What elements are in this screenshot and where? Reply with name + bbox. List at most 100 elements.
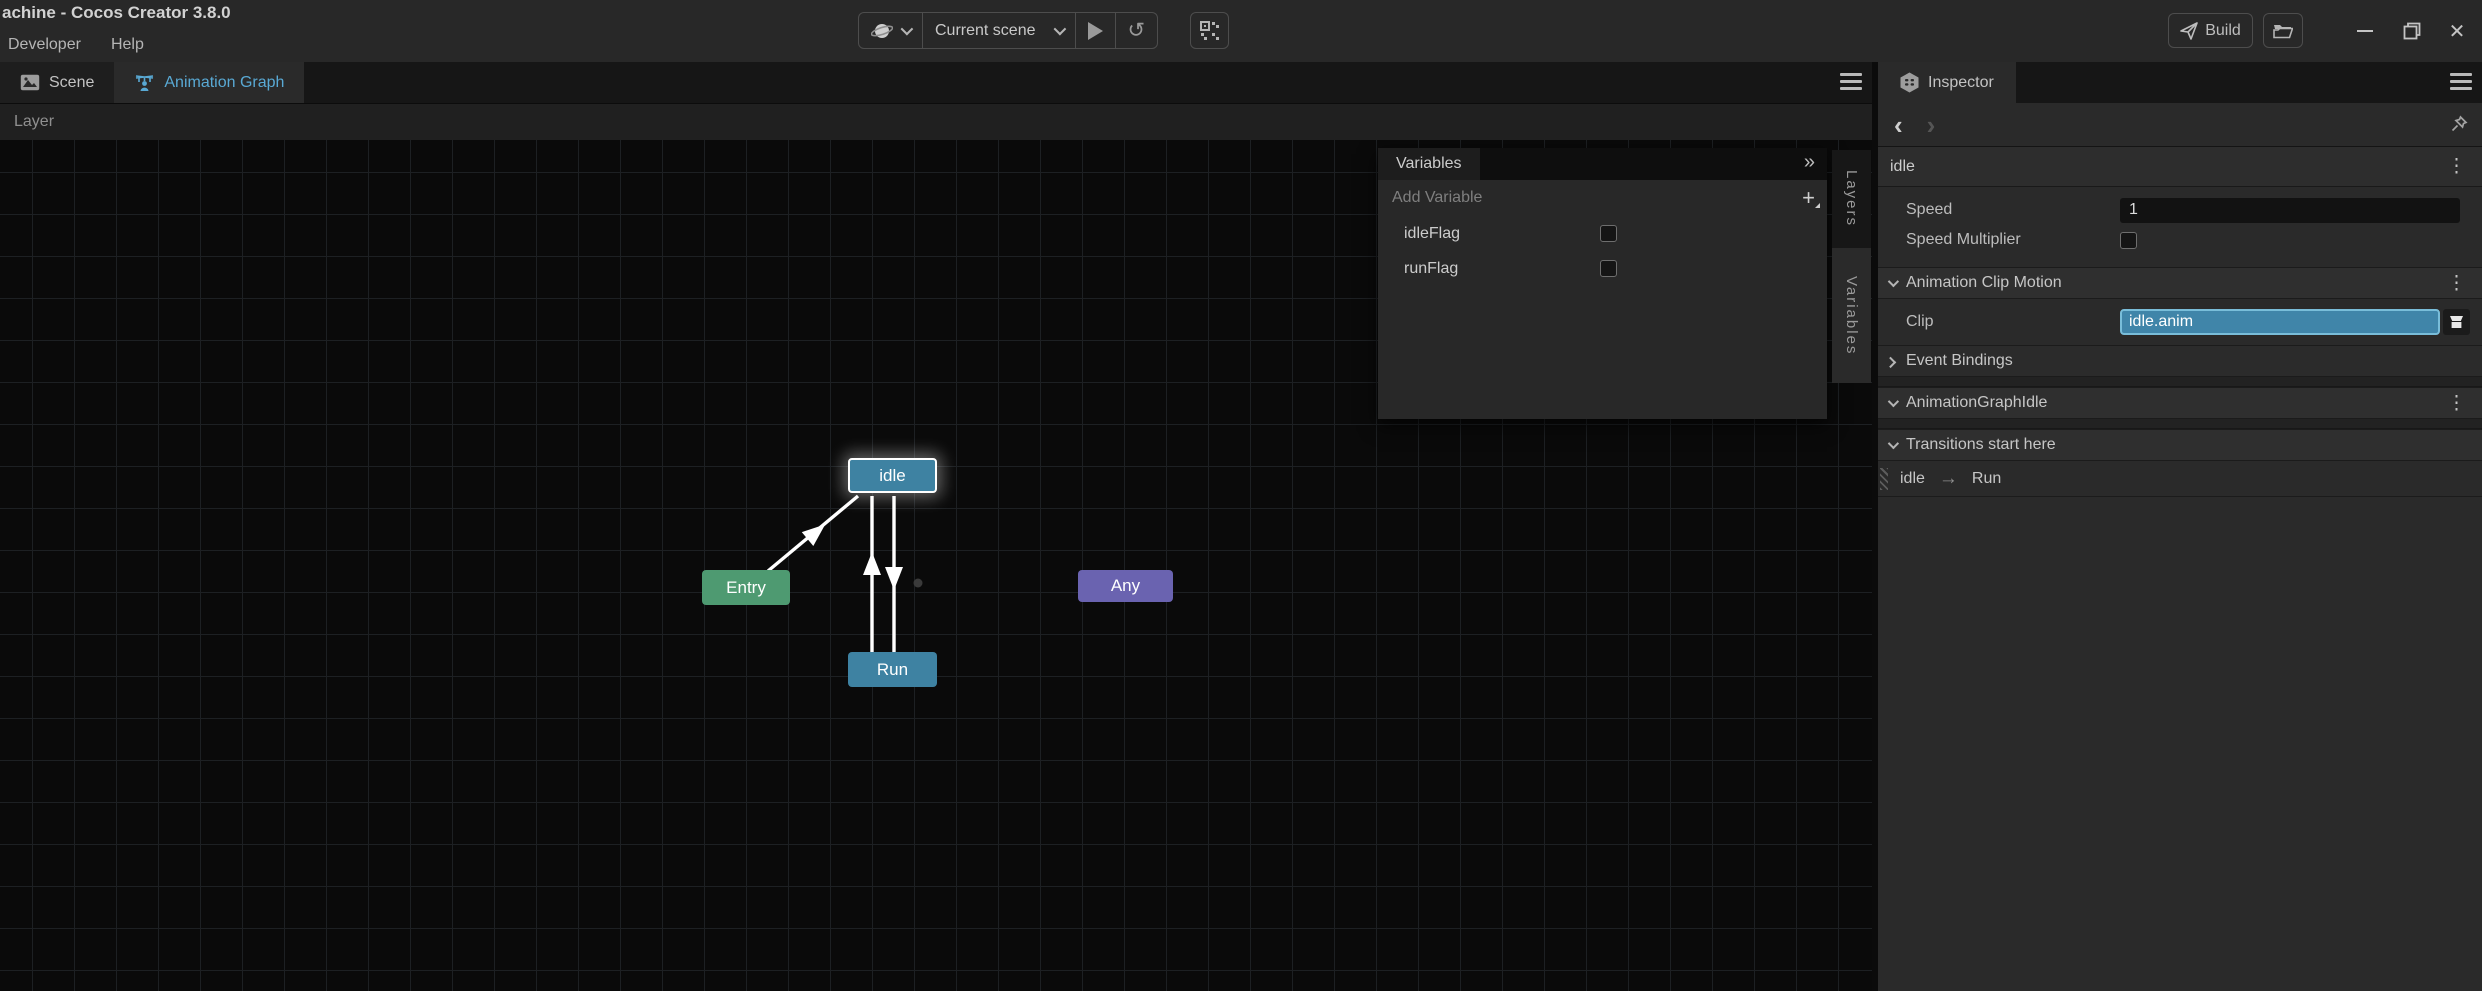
chevron-down-icon: [1887, 275, 1900, 288]
variable-row-idleFlag: idleFlag: [1378, 216, 1827, 251]
close-button[interactable]: ✕: [2440, 14, 2474, 48]
build-label: Build: [2205, 21, 2241, 39]
pin-icon[interactable]: [2450, 115, 2468, 138]
open-project-folder-button[interactable]: [2263, 13, 2303, 48]
title-bar: achine - Cocos Creator 3.8.0 Developer H…: [0, 0, 2482, 62]
tab-scene-label: Scene: [49, 73, 95, 91]
kebab-menu-icon[interactable]: ⋮: [2447, 272, 2466, 295]
reload-button[interactable]: ↺: [1114, 13, 1158, 48]
section-title: Event Bindings: [1906, 352, 2013, 369]
menu-bar: Developer Help: [8, 36, 144, 54]
asset-picker-button[interactable]: [2443, 309, 2470, 335]
section-gap: [1878, 419, 2482, 429]
add-variable-button[interactable]: +: [1802, 187, 1820, 209]
inspector-icon: [1900, 72, 1919, 93]
inspector-menu-button[interactable]: [2450, 73, 2472, 90]
platform-selector[interactable]: [859, 13, 922, 48]
inspector-tab-bar: Inspector: [1878, 62, 2482, 103]
reload-icon: ↺: [1127, 19, 1146, 42]
app-window: { "window": { "title": "achine - Cocos C…: [0, 0, 2482, 991]
play-button[interactable]: [1074, 13, 1115, 48]
tab-animation-graph-label: Animation Graph: [164, 73, 285, 91]
chevron-down-icon: [900, 22, 914, 36]
forward-icon[interactable]: ›: [1927, 112, 1936, 138]
menu-developer[interactable]: Developer: [8, 36, 81, 54]
kebab-menu-icon[interactable]: ⋮: [2447, 392, 2466, 415]
menu-help[interactable]: Help: [111, 36, 144, 54]
clip-label: Clip: [1906, 313, 1934, 330]
chevron-down-icon: [1887, 437, 1900, 450]
node-label: Run: [876, 659, 909, 679]
section-title: Transitions start here: [1906, 436, 2056, 453]
tab-inspector-label: Inspector: [1928, 73, 1994, 91]
section-event-bindings[interactable]: Event Bindings: [1878, 345, 2482, 377]
add-variable-input[interactable]: Add Variable: [1392, 189, 1482, 207]
speed-multiplier-row: Speed Multiplier: [1878, 225, 2482, 255]
scene-selector-label: Current scene: [935, 21, 1036, 39]
tab-animation-graph[interactable]: Animation Graph: [114, 62, 305, 103]
dock: Scene Animation Graph Layer idle Entry A…: [0, 62, 2482, 991]
chevron-down-icon: [1887, 395, 1900, 408]
section-animation-graph-idle[interactable]: AnimationGraphIdle ⋮: [1878, 387, 2482, 419]
inspector-nav-row: ‹ ›: [1878, 103, 2482, 147]
minimize-icon: [2357, 30, 2373, 32]
speed-row: Speed 1: [1878, 195, 2482, 225]
runFlag-checkbox[interactable]: [1600, 260, 1617, 277]
scene-selector-dropdown[interactable]: Current scene: [922, 13, 1075, 48]
close-icon: ✕: [2448, 20, 2466, 43]
build-button[interactable]: Build: [2168, 13, 2253, 48]
transition-to: Run: [1971, 469, 2002, 487]
section-gap: [1878, 377, 2482, 387]
collapse-panel-icon[interactable]: »: [1804, 151, 1815, 174]
panel-menu-button[interactable]: [1840, 73, 1862, 90]
transition-row[interactable]: idle → Run: [1878, 461, 2482, 497]
scene-icon: [20, 74, 40, 91]
section-animation-clip-motion[interactable]: Animation Clip Motion ⋮: [1878, 267, 2482, 299]
graph-node-entry[interactable]: Entry: [702, 570, 790, 605]
scene-toolbar: Current scene ↺: [858, 12, 1159, 49]
variables-panel: Variables » Add Variable + idleFlag runF…: [1378, 148, 1827, 419]
drag-handle[interactable]: [1880, 468, 1888, 490]
planet-icon: [871, 23, 893, 38]
variable-row-runFlag: runFlag: [1378, 251, 1827, 286]
variables-panel-title: Variables: [1396, 155, 1462, 172]
side-tab-layers-label: Layers: [1843, 170, 1860, 228]
preview-devices-button[interactable]: [1190, 12, 1229, 49]
chevron-down-icon: [1053, 22, 1066, 36]
inspector-empty-area: [1878, 497, 2482, 991]
speed-multiplier-checkbox[interactable]: [2120, 231, 2137, 249]
kebab-menu-icon[interactable]: ⋮: [2447, 155, 2466, 178]
node-label: Entry: [726, 577, 766, 597]
add-variable-row: Add Variable +: [1378, 180, 1827, 216]
variables-panel-tab[interactable]: Variables: [1378, 148, 1480, 180]
state-properties: Speed 1 Speed Multiplier: [1878, 187, 2482, 267]
play-icon: [1087, 21, 1103, 40]
section-title: Animation Clip Motion: [1906, 274, 2062, 291]
paper-plane-icon: [2180, 21, 2199, 40]
editor-panel: Scene Animation Graph Layer idle Entry A…: [0, 62, 1872, 991]
layer-bar: Layer: [0, 103, 1872, 140]
section-transitions[interactable]: Transitions start here: [1878, 429, 2482, 461]
graph-node-any[interactable]: Any: [1078, 570, 1173, 602]
speed-input[interactable]: 1: [2120, 197, 2460, 223]
side-tab-variables-label: Variables: [1843, 275, 1860, 356]
side-tab-variables[interactable]: Variables: [1832, 248, 1871, 383]
restore-button[interactable]: [2395, 14, 2429, 48]
restore-icon: [2403, 22, 2421, 40]
folder-icon: [2273, 24, 2293, 38]
transition-from: idle: [1900, 469, 1925, 487]
back-icon[interactable]: ‹: [1894, 112, 1903, 138]
editor-tab-bar: Scene Animation Graph: [0, 62, 1872, 103]
graph-node-idle[interactable]: idle: [848, 458, 937, 493]
idleFlag-checkbox[interactable]: [1600, 225, 1617, 242]
minimize-button[interactable]: [2348, 14, 2382, 48]
tab-inspector[interactable]: Inspector: [1878, 62, 2016, 103]
graph-canvas[interactable]: idle Entry Any Run Variables » Add Varia…: [0, 140, 1872, 991]
selection-header: idle ⋮: [1878, 147, 2482, 187]
tab-scene[interactable]: Scene: [0, 62, 115, 103]
asset-box-icon: [2450, 316, 2463, 328]
side-tab-layers[interactable]: Layers: [1832, 150, 1871, 248]
graph-node-run[interactable]: Run: [848, 652, 937, 687]
clip-asset-field[interactable]: idle.anim: [2120, 309, 2440, 335]
speed-multiplier-label: Speed Multiplier: [1906, 231, 2021, 248]
